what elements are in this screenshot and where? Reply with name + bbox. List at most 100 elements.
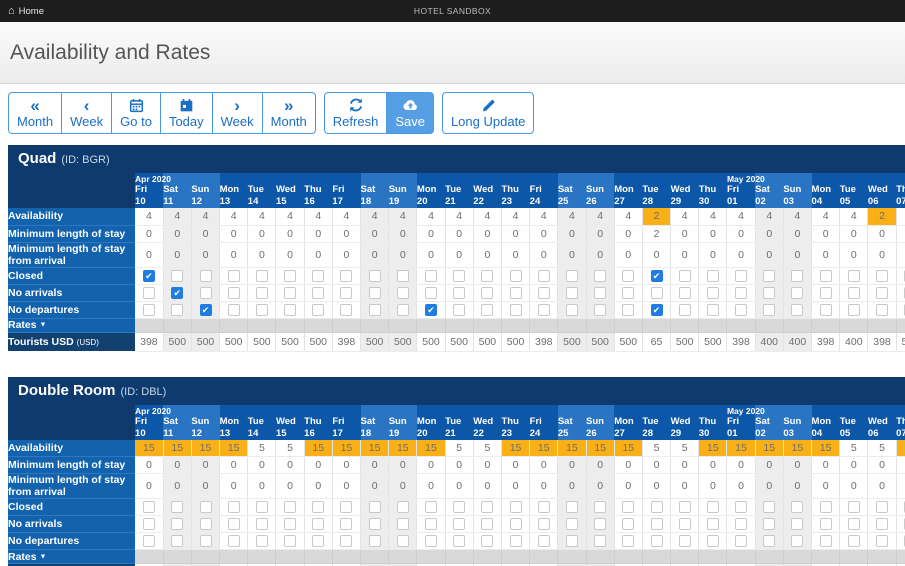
rate-cell[interactable]: 500 bbox=[670, 332, 700, 352]
closed-checkbox[interactable] bbox=[847, 269, 860, 282]
min-stay-cell[interactable]: 0 bbox=[867, 456, 897, 474]
no-arrivals-checkbox[interactable] bbox=[368, 518, 381, 531]
availability-cell[interactable]: 4 bbox=[275, 208, 305, 226]
no-arrivals-checkbox[interactable] bbox=[876, 286, 888, 299]
min-stay-cell[interactable]: 0 bbox=[445, 456, 474, 474]
no-departures-checkbox[interactable] bbox=[763, 303, 776, 316]
availability-cell[interactable]: 15 bbox=[896, 439, 905, 457]
no-departures-checkbox[interactable] bbox=[453, 303, 466, 316]
availability-cell[interactable]: 2 bbox=[867, 208, 897, 226]
availability-cell[interactable]: 4 bbox=[304, 208, 333, 226]
min-stay-cell[interactable]: 0 bbox=[726, 225, 756, 243]
rate-cell[interactable]: 500 bbox=[219, 332, 249, 352]
availability-cell[interactable]: 15 bbox=[586, 439, 615, 457]
availability-cell[interactable]: 4 bbox=[191, 208, 221, 226]
prev-week-button[interactable]: ‹ Week bbox=[61, 92, 113, 134]
no-departures-checkbox[interactable]: ✔ bbox=[199, 303, 212, 316]
no-departures-checkbox[interactable] bbox=[819, 535, 832, 548]
min-stay-from-arrival-cell[interactable]: 0 bbox=[670, 242, 700, 268]
closed-checkbox[interactable] bbox=[340, 269, 353, 282]
availability-cell[interactable]: 15 bbox=[360, 439, 390, 457]
availability-cell[interactable]: 4 bbox=[896, 208, 905, 226]
closed-checkbox[interactable] bbox=[706, 269, 719, 282]
no-arrivals-checkbox[interactable] bbox=[340, 286, 353, 299]
min-stay-cell[interactable]: 0 bbox=[586, 456, 615, 474]
no-arrivals-checkbox[interactable] bbox=[199, 518, 212, 531]
availability-cell[interactable]: 4 bbox=[670, 208, 700, 226]
availability-cell[interactable]: 15 bbox=[135, 439, 164, 457]
no-arrivals-checkbox[interactable] bbox=[706, 286, 719, 299]
closed-checkbox[interactable] bbox=[763, 501, 776, 514]
rate-cell[interactable]: 500 bbox=[163, 332, 192, 352]
min-stay-from-arrival-cell[interactable]: 0 bbox=[501, 242, 531, 268]
closed-checkbox[interactable] bbox=[171, 501, 184, 514]
min-stay-from-arrival-cell[interactable]: 0 bbox=[557, 242, 587, 268]
availability-cell[interactable]: 5 bbox=[839, 439, 869, 457]
availability-cell[interactable]: 15 bbox=[783, 439, 813, 457]
min-stay-cell[interactable]: 0 bbox=[896, 456, 905, 474]
min-stay-cell[interactable]: 0 bbox=[473, 456, 502, 474]
next-week-button[interactable]: › Week bbox=[211, 92, 263, 134]
min-stay-from-arrival-cell[interactable]: 0 bbox=[135, 242, 164, 268]
availability-cell[interactable]: 4 bbox=[332, 208, 362, 226]
no-departures-checkbox[interactable] bbox=[594, 303, 607, 316]
no-departures-checkbox[interactable] bbox=[227, 303, 240, 316]
min-stay-from-arrival-cell[interactable]: 0 bbox=[473, 242, 502, 268]
no-departures-checkbox[interactable] bbox=[847, 303, 860, 316]
min-stay-from-arrival-cell[interactable]: 0 bbox=[501, 473, 531, 499]
rates-toggle[interactable]: Rates ▼ bbox=[8, 318, 136, 333]
availability-cell[interactable]: 4 bbox=[783, 208, 813, 226]
closed-checkbox[interactable] bbox=[340, 501, 353, 514]
closed-checkbox[interactable] bbox=[312, 269, 325, 282]
today-button[interactable]: Today bbox=[159, 92, 213, 134]
closed-checkbox[interactable] bbox=[565, 269, 578, 282]
go-to-date-button[interactable]: Go to bbox=[111, 92, 161, 134]
no-departures-checkbox[interactable] bbox=[537, 303, 550, 316]
closed-checkbox[interactable] bbox=[622, 269, 635, 282]
min-stay-cell[interactable]: 0 bbox=[670, 225, 700, 243]
min-stay-cell[interactable]: 0 bbox=[304, 225, 333, 243]
min-stay-from-arrival-cell[interactable]: 0 bbox=[783, 242, 813, 268]
closed-checkbox[interactable] bbox=[509, 269, 522, 282]
min-stay-cell[interactable]: 0 bbox=[670, 456, 700, 474]
no-arrivals-checkbox[interactable] bbox=[678, 286, 691, 299]
no-arrivals-checkbox[interactable] bbox=[284, 518, 297, 531]
no-departures-checkbox[interactable] bbox=[735, 303, 748, 316]
no-arrivals-checkbox[interactable] bbox=[142, 518, 155, 531]
min-stay-cell[interactable]: 0 bbox=[501, 225, 531, 243]
closed-checkbox[interactable] bbox=[481, 501, 494, 514]
rate-cell[interactable]: 500 bbox=[275, 332, 305, 352]
no-arrivals-checkbox[interactable] bbox=[340, 518, 353, 531]
no-departures-checkbox[interactable] bbox=[622, 535, 635, 548]
min-stay-from-arrival-cell[interactable]: 0 bbox=[698, 473, 728, 499]
rate-cell[interactable]: 500 bbox=[445, 332, 474, 352]
min-stay-cell[interactable]: 0 bbox=[135, 225, 164, 243]
min-stay-from-arrival-cell[interactable]: 0 bbox=[811, 473, 841, 499]
min-stay-from-arrival-cell[interactable]: 0 bbox=[445, 242, 474, 268]
min-stay-from-arrival-cell[interactable]: 0 bbox=[614, 242, 643, 268]
prev-month-button[interactable]: « Month bbox=[8, 92, 63, 134]
min-stay-cell[interactable]: 0 bbox=[614, 225, 643, 243]
no-arrivals-checkbox[interactable] bbox=[509, 518, 522, 531]
min-stay-from-arrival-cell[interactable]: 0 bbox=[726, 242, 756, 268]
no-arrivals-checkbox[interactable] bbox=[312, 518, 325, 531]
availability-cell[interactable]: 5 bbox=[275, 439, 305, 457]
min-stay-from-arrival-cell[interactable]: 0 bbox=[473, 473, 502, 499]
availability-cell[interactable]: 4 bbox=[163, 208, 192, 226]
closed-checkbox[interactable] bbox=[396, 501, 409, 514]
no-departures-checkbox[interactable] bbox=[368, 535, 381, 548]
min-stay-cell[interactable]: 0 bbox=[191, 456, 221, 474]
min-stay-from-arrival-cell[interactable]: 0 bbox=[896, 242, 905, 268]
rate-cell[interactable]: 500 bbox=[473, 332, 502, 352]
min-stay-from-arrival-cell[interactable]: 0 bbox=[867, 242, 897, 268]
no-arrivals-checkbox[interactable] bbox=[453, 286, 466, 299]
no-departures-checkbox[interactable] bbox=[425, 535, 437, 548]
min-stay-from-arrival-cell[interactable]: 0 bbox=[896, 473, 905, 499]
no-arrivals-checkbox[interactable] bbox=[819, 286, 832, 299]
min-stay-from-arrival-cell[interactable]: 0 bbox=[586, 242, 615, 268]
availability-cell[interactable]: 4 bbox=[388, 208, 418, 226]
no-arrivals-checkbox[interactable] bbox=[791, 518, 804, 531]
min-stay-from-arrival-cell[interactable]: 0 bbox=[191, 473, 221, 499]
no-arrivals-checkbox[interactable] bbox=[537, 518, 550, 531]
closed-checkbox[interactable] bbox=[453, 501, 466, 514]
